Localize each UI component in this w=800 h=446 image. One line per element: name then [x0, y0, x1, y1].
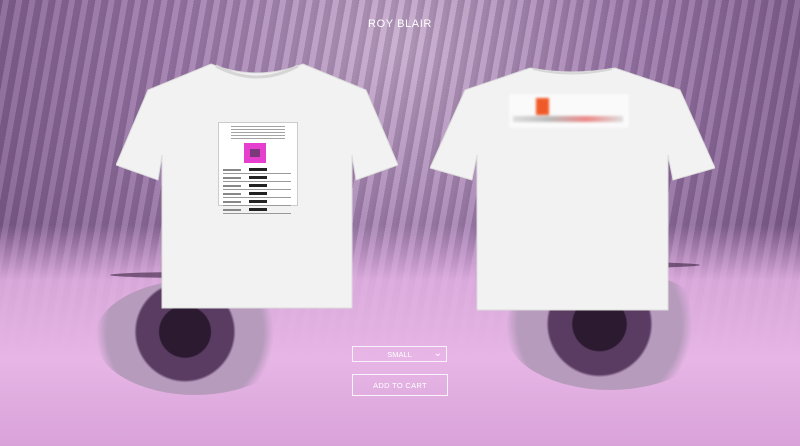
blurred-text-bar: [513, 116, 623, 122]
pink-photo: [244, 143, 266, 163]
card-lines: [223, 167, 291, 215]
orange-tag: [536, 98, 549, 115]
back-print-label: [509, 94, 629, 128]
card-text-block: [231, 126, 285, 140]
size-select-value: SMALL: [387, 349, 412, 359]
tshirt-back-image[interactable]: [430, 60, 715, 316]
tshirt-front-image[interactable]: [116, 60, 398, 314]
front-print-card: [218, 122, 298, 214]
size-select[interactable]: SMALL ⌄: [352, 346, 447, 362]
brand-title[interactable]: ROY BLAIR: [0, 18, 800, 30]
add-to-cart-button[interactable]: ADD TO CART: [352, 374, 448, 396]
chevron-down-icon: ⌄: [433, 348, 442, 359]
